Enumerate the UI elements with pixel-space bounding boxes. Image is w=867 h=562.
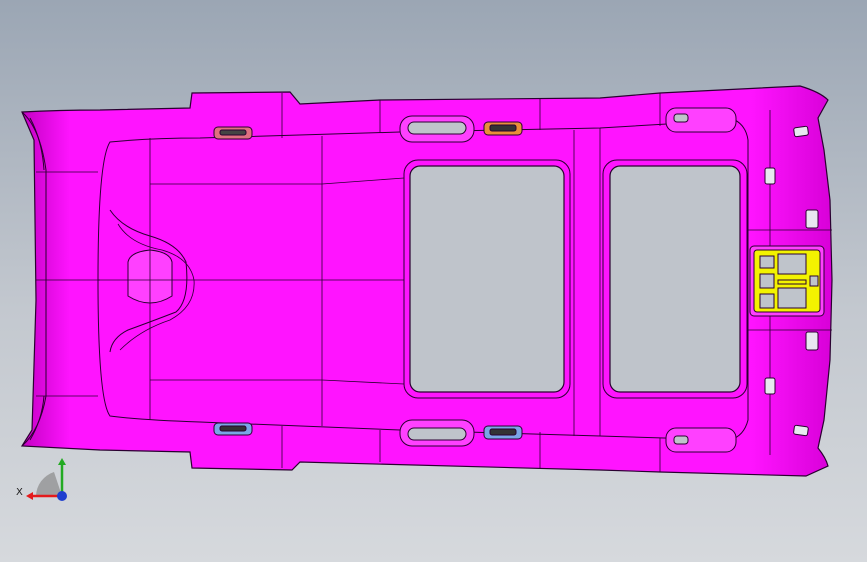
triad-x-label: X (16, 487, 23, 498)
cad-3d-viewport[interactable]: X (0, 0, 867, 562)
triad-z-axis (57, 491, 67, 501)
triad-x-arrowhead (26, 492, 33, 500)
headliner-model[interactable] (0, 0, 867, 562)
front-sunroof-opening[interactable] (409, 165, 565, 393)
triad-base-sector (36, 472, 62, 496)
overhead-console[interactable] (749, 245, 825, 317)
triad-y-arrowhead (58, 458, 66, 465)
coordinate-triad: X (16, 458, 67, 501)
rear-sunroof-opening[interactable] (609, 165, 741, 393)
